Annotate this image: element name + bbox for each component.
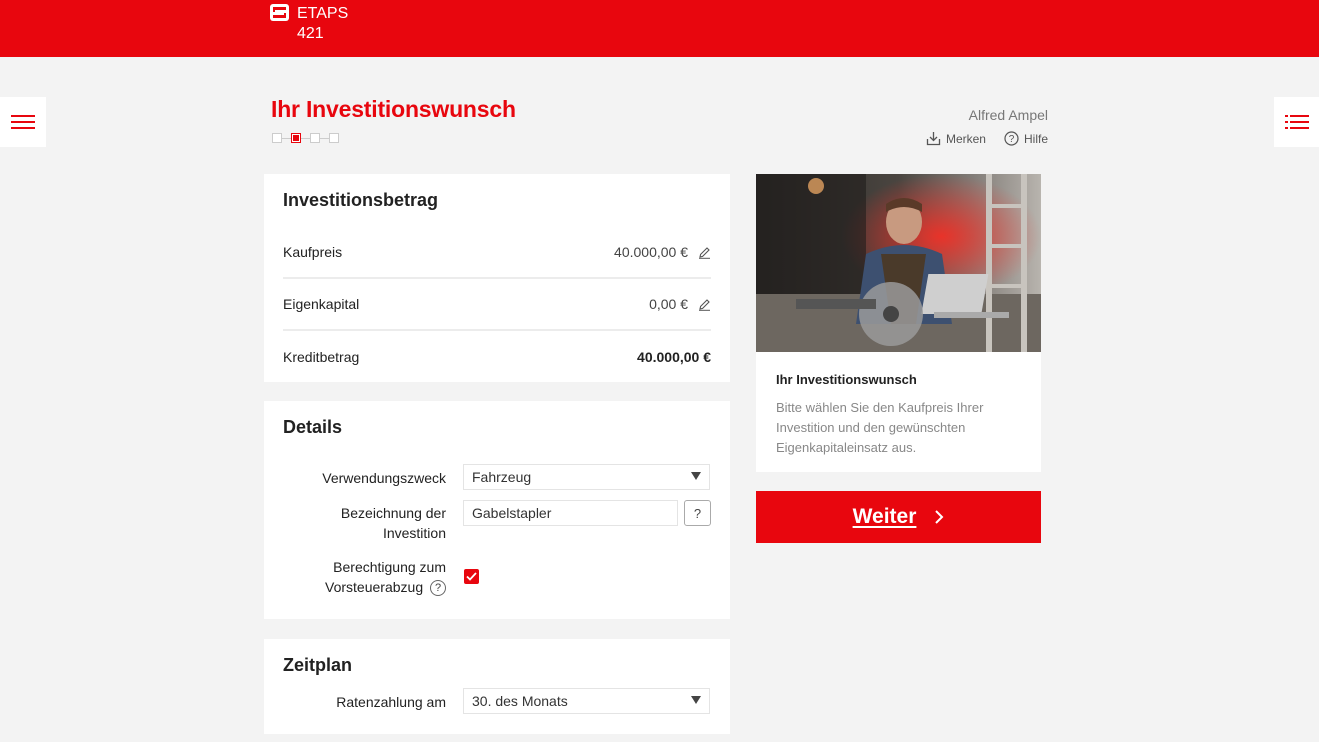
investment-name-help-button[interactable]: ?: [684, 500, 711, 526]
purpose-select-value: Fahrzeug: [472, 469, 532, 485]
save-link[interactable]: Merken: [926, 131, 986, 146]
help-link[interactable]: ? Hilfe: [1004, 131, 1048, 146]
rate-label: Ratenzahlung am: [336, 694, 446, 710]
brand-line2: 421: [297, 25, 324, 42]
vat-help-icon[interactable]: ?: [430, 580, 446, 597]
brand-logo[interactable]: ETAPS 421: [270, 4, 348, 44]
list-menu-button[interactable]: [1274, 97, 1319, 147]
edit-pencil-icon[interactable]: [698, 246, 711, 259]
row-kreditbetrag: Kreditbetrag 40.000,00 €: [283, 331, 711, 383]
svg-text:?: ?: [1009, 134, 1015, 145]
next-button[interactable]: Weiter: [756, 491, 1041, 543]
info-card: Ihr Investitionswunsch Bitte wählen Sie …: [756, 352, 1041, 472]
workshop-photo: [756, 174, 1041, 352]
page-title: Ihr Investitionswunsch: [271, 96, 516, 122]
purpose-select[interactable]: Fahrzeug: [463, 464, 710, 490]
investment-name-label-line1: Bezeichnung der: [340, 505, 446, 521]
row-eigenkapital: Eigenkapital 0,00 €: [283, 278, 711, 330]
step-connector: [282, 137, 291, 139]
vat-label: Berechtigung zum Vorsteuerabzug ?: [325, 557, 446, 597]
investment-name-value: Gabelstapler: [472, 505, 552, 521]
step-connector: [301, 137, 310, 139]
row-value-wrap: 0,00 €: [649, 296, 711, 312]
brand-text: ETAPS 421: [297, 4, 348, 44]
info-text: Bitte wählen Sie den Kaufpreis Ihrer Inv…: [776, 400, 984, 455]
brand-line1: ETAPS: [297, 5, 349, 22]
details-card: Details Verwendungszweck Fahrzeug Bezeic…: [264, 401, 730, 619]
step-connector: [320, 137, 329, 139]
save-label: Merken: [945, 131, 986, 146]
vat-checkbox[interactable]: [464, 569, 479, 584]
info-title: Ihr Investitionswunsch: [776, 372, 917, 387]
row-value: 40.000,00 €: [614, 244, 688, 260]
investment-name-label-line2: Investition: [382, 525, 446, 541]
purpose-label: Verwendungszweck: [322, 470, 446, 486]
step-3[interactable]: [310, 133, 320, 143]
row-value-total: 40.000,00 €: [637, 349, 711, 365]
investment-card: Investitionsbetrag Kaufpreis 40.000,00 €…: [264, 174, 730, 382]
list-icon: [1284, 115, 1309, 129]
help-icon: ?: [1004, 131, 1019, 146]
step-1[interactable]: [272, 133, 282, 143]
row-label: Kaufpreis: [283, 244, 343, 260]
step-indicator: [272, 133, 339, 143]
user-links: Merken ? Hilfe: [926, 131, 1048, 146]
next-button-label: Weiter: [852, 505, 917, 528]
investment-name-label: Bezeichnung der Investition: [341, 503, 446, 543]
rate-select-value: 30. des Monats: [472, 693, 568, 709]
step-2-active[interactable]: [291, 133, 301, 143]
details-card-title: Details: [283, 417, 343, 437]
schedule-card-title: Zeitplan: [283, 655, 353, 675]
top-bar: ETAPS 421: [0, 0, 1319, 57]
sparkasse-logo-icon: [270, 4, 289, 21]
user-name: Alfred Ampel: [968, 107, 1048, 123]
row-value: 0,00 €: [649, 296, 688, 312]
checkmark-icon: [466, 572, 477, 581]
chevron-right-icon: [935, 510, 944, 524]
schedule-card: Zeitplan Ratenzahlung am 30. des Monats: [264, 639, 730, 734]
save-download-icon: [926, 132, 941, 146]
row-value-wrap: 40.000,00 €: [637, 349, 711, 365]
row-label: Eigenkapital: [283, 296, 360, 312]
help-label: Hilfe: [1023, 131, 1048, 146]
row-kaufpreis: Kaufpreis 40.000,00 €: [283, 226, 711, 278]
caret-down-icon: [691, 472, 701, 480]
investment-card-title: Investitionsbetrag: [283, 190, 439, 210]
vat-label-line1: Berechtigung zum: [333, 559, 446, 575]
hamburger-icon: [11, 115, 35, 129]
row-value-wrap: 40.000,00 €: [614, 244, 711, 260]
row-label: Kreditbetrag: [283, 349, 360, 365]
step-4[interactable]: [329, 133, 339, 143]
rate-select[interactable]: 30. des Monats: [463, 688, 710, 714]
edit-pencil-icon[interactable]: [698, 298, 711, 311]
hamburger-menu-button[interactable]: [0, 97, 46, 147]
caret-down-icon: [691, 696, 701, 704]
investment-name-input[interactable]: Gabelstapler: [463, 500, 678, 526]
vat-label-line2: Vorsteuerabzug: [325, 579, 424, 595]
